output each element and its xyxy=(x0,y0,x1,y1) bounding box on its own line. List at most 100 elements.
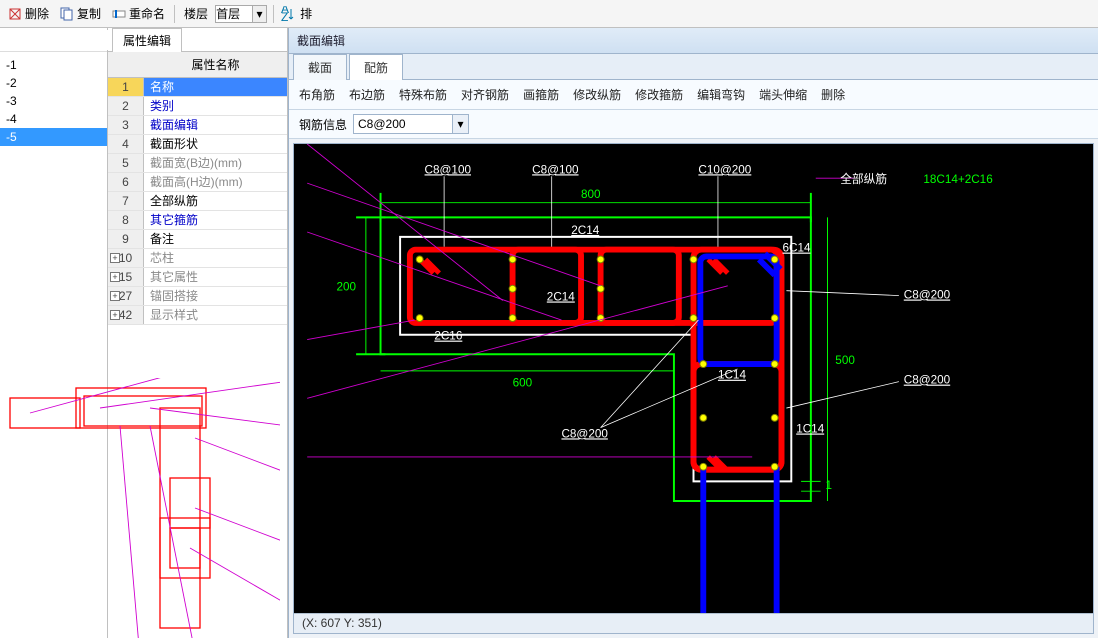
copy-label: 复制 xyxy=(77,5,101,22)
svg-text:C10@200: C10@200 xyxy=(698,163,751,176)
svg-text:2C14: 2C14 xyxy=(571,224,599,237)
rebar-info-input[interactable] xyxy=(353,114,453,134)
toolbar-action[interactable]: 对齐钢筋 xyxy=(461,86,509,103)
toolbar-action[interactable]: 布角筋 xyxy=(299,86,335,103)
property-row[interactable]: 3截面编辑 xyxy=(108,116,287,135)
tree-item[interactable]: -2 xyxy=(0,74,107,92)
main-toolbar: 删除 复制 重命名 楼层 ▾ AZ 排 xyxy=(0,0,1098,28)
tree-item[interactable]: -4 xyxy=(0,110,107,128)
toolbar-action[interactable]: 布边筋 xyxy=(349,86,385,103)
property-row[interactable]: 2类别 xyxy=(108,97,287,116)
property-name: 备注 xyxy=(144,230,287,248)
tree-item[interactable]: -5 xyxy=(0,128,107,146)
row-index: 10+ xyxy=(108,249,144,267)
tree-item[interactable]: -1 xyxy=(0,56,107,74)
rebar-info-combo[interactable]: ▾ xyxy=(353,114,469,134)
property-name: 类别 xyxy=(144,97,287,115)
toolbar-action[interactable]: 删除 xyxy=(821,86,845,103)
svg-text:1C14: 1C14 xyxy=(796,423,824,436)
toolbar-action[interactable]: 修改纵筋 xyxy=(573,86,621,103)
property-name: 名称 xyxy=(144,78,287,96)
property-name: 截面编辑 xyxy=(144,116,287,134)
property-row[interactable]: 42+显示样式 xyxy=(108,306,287,325)
separator xyxy=(174,5,175,23)
property-row[interactable]: 9备注 xyxy=(108,230,287,249)
toolbar-action[interactable]: 特殊布筋 xyxy=(399,86,447,103)
tab-rebar[interactable]: 配筋 xyxy=(349,54,403,80)
sort-label[interactable]: 排 xyxy=(300,5,312,22)
toolbar-action[interactable]: 端头伸缩 xyxy=(759,86,807,103)
svg-text:500: 500 xyxy=(835,354,855,367)
row-index: 3 xyxy=(108,116,144,134)
delete-button[interactable]: 删除 xyxy=(4,3,52,24)
svg-text:600: 600 xyxy=(513,377,533,390)
left-panel: -1-2-3-4-5 xyxy=(0,28,108,638)
property-name: 截面形状 xyxy=(144,135,287,153)
svg-text:1: 1 xyxy=(826,479,833,492)
tree-item[interactable]: -3 xyxy=(0,92,107,110)
tab-section[interactable]: 截面 xyxy=(293,54,347,80)
toolbar-action[interactable]: 修改箍筋 xyxy=(635,86,683,103)
tab-property-edit[interactable]: 属性编辑 xyxy=(112,28,182,52)
row-index: 4 xyxy=(108,135,144,153)
property-header-label: 属性名称 xyxy=(144,52,287,77)
expand-icon[interactable]: + xyxy=(110,253,120,263)
toolbar-action[interactable]: 画箍筋 xyxy=(523,86,559,103)
property-row[interactable]: 5截面宽(B边)(mm) xyxy=(108,154,287,173)
expand-icon[interactable]: + xyxy=(110,272,120,282)
property-name: 锚固搭接 xyxy=(144,287,287,305)
rebar-toolbar: 布角筋布边筋特殊布筋对齐钢筋画箍筋修改纵筋修改箍筋编辑弯钩端头伸缩删除 xyxy=(289,80,1098,110)
floor-label: 楼层 xyxy=(181,3,211,24)
status-bar: (X: 607 Y: 351) xyxy=(294,613,1093,633)
row-index: 7 xyxy=(108,192,144,210)
svg-text:6C14: 6C14 xyxy=(782,242,810,255)
separator xyxy=(273,5,274,23)
az-sort-icon[interactable]: AZ xyxy=(280,6,296,22)
property-row[interactable]: 7全部纵筋 xyxy=(108,192,287,211)
property-header: 属性名称 xyxy=(108,52,287,78)
shape-preview xyxy=(0,378,107,638)
copy-icon xyxy=(59,6,75,22)
property-name: 其它箍筋 xyxy=(144,211,287,229)
svg-text:200: 200 xyxy=(337,281,357,294)
rename-button[interactable]: 重命名 xyxy=(108,3,168,24)
section-editor-panel: 截面编辑 截面 配筋 布角筋布边筋特殊布筋对齐钢筋画箍筋修改纵筋修改箍筋编辑弯钩… xyxy=(288,28,1098,638)
svg-text:全部纵筋: 全部纵筋 xyxy=(840,172,887,186)
svg-text:C8@200: C8@200 xyxy=(904,374,951,387)
floor-combo[interactable]: ▾ xyxy=(215,5,267,23)
property-name: 截面高(H边)(mm) xyxy=(144,173,287,191)
svg-text:18C14+2C16: 18C14+2C16 xyxy=(923,173,992,186)
svg-text:2C16: 2C16 xyxy=(434,330,462,343)
chevron-down-icon[interactable]: ▾ xyxy=(253,5,267,23)
toolbar-action[interactable]: 编辑弯钩 xyxy=(697,86,745,103)
property-row[interactable]: 15+其它属性 xyxy=(108,268,287,287)
row-index: 5 xyxy=(108,154,144,172)
component-tree: -1-2-3-4-5 xyxy=(0,52,107,378)
row-index: 27+ xyxy=(108,287,144,305)
property-name: 显示样式 xyxy=(144,306,287,324)
section-tabs: 截面 配筋 xyxy=(289,54,1098,80)
floor-input[interactable] xyxy=(215,5,253,23)
copy-button[interactable]: 复制 xyxy=(56,3,104,24)
expand-icon[interactable]: + xyxy=(110,310,120,320)
section-canvas[interactable]: 80020060050012C142C142C166C141C141C14C8@… xyxy=(293,143,1094,634)
row-index: 2 xyxy=(108,97,144,115)
chevron-down-icon[interactable]: ▾ xyxy=(453,114,469,134)
svg-text:C8@100: C8@100 xyxy=(532,163,579,176)
row-index: 1 xyxy=(108,78,144,96)
property-row[interactable]: 10+芯柱 xyxy=(108,249,287,268)
delete-label: 删除 xyxy=(25,5,49,22)
search-row xyxy=(0,28,107,52)
svg-text:Z: Z xyxy=(281,10,288,22)
property-row[interactable]: 4截面形状 xyxy=(108,135,287,154)
property-row[interactable]: 8其它箍筋 xyxy=(108,211,287,230)
row-index: 15+ xyxy=(108,268,144,286)
svg-text:C8@100: C8@100 xyxy=(425,163,472,176)
property-row[interactable]: 27+锚固搭接 xyxy=(108,287,287,306)
expand-icon[interactable]: + xyxy=(110,291,120,301)
svg-text:C8@200: C8@200 xyxy=(561,427,608,440)
property-row[interactable]: 1名称 xyxy=(108,78,287,97)
property-row[interactable]: 6截面高(H边)(mm) xyxy=(108,173,287,192)
property-name: 其它属性 xyxy=(144,268,287,286)
rebar-info-label: 钢筋信息 xyxy=(299,116,347,133)
